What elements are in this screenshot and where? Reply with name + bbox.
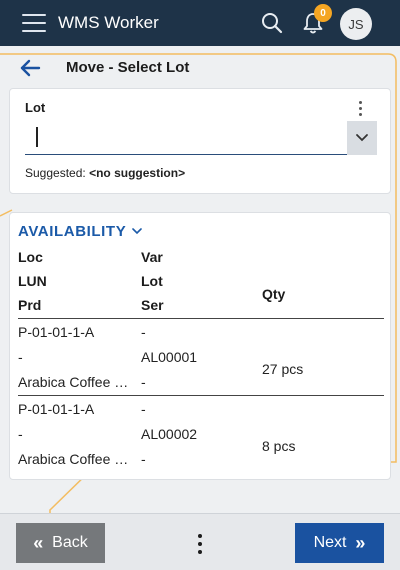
header-var: Var	[141, 249, 163, 265]
header-ser: Ser	[141, 297, 164, 313]
double-chevron-right-icon: »	[355, 532, 366, 553]
cell-var: -	[141, 324, 146, 340]
top-app-bar: WMS Worker 0 JS	[0, 0, 400, 46]
field-options-icon[interactable]	[357, 101, 363, 117]
header-lot: Lot	[141, 273, 163, 289]
user-avatar[interactable]: JS	[340, 8, 372, 40]
cell-lun: -	[18, 426, 23, 442]
back-arrow-icon[interactable]	[18, 57, 42, 79]
back-button[interactable]: « Back	[16, 523, 105, 563]
cell-qty: 8 pcs	[262, 438, 296, 454]
cell-ser: -	[141, 374, 146, 390]
search-icon[interactable]	[260, 11, 284, 35]
lot-field-label: Lot	[25, 100, 46, 115]
header-qty: Qty	[262, 286, 286, 302]
lot-dropdown-button[interactable]	[347, 121, 377, 155]
app-title: WMS Worker	[58, 13, 159, 32]
suggestion-value: <no suggestion>	[89, 166, 186, 180]
cell-lun: -	[18, 349, 23, 365]
cell-loc: P-01-01-1-A	[18, 401, 95, 417]
availability-toggle[interactable]: AVAILABILITY	[18, 223, 143, 240]
cell-qty: 27 pcs	[262, 361, 304, 377]
back-button-label: Back	[52, 534, 88, 551]
header-lun: LUN	[18, 273, 47, 289]
cell-prd: Arabica Coffee Beans	[18, 374, 131, 390]
suggestion-text: Suggested: <no suggestion>	[25, 166, 185, 180]
chevron-down-icon	[132, 228, 143, 235]
double-chevron-left-icon: «	[33, 532, 44, 553]
menu-icon[interactable]	[22, 14, 46, 32]
next-button-label: Next	[313, 534, 347, 551]
availability-title: AVAILABILITY	[18, 223, 127, 240]
cell-lot: AL00002	[141, 426, 198, 442]
more-options-icon[interactable]	[196, 534, 204, 556]
table-row[interactable]: P-01-01-1-A - Arabica Coffee Beans - AL0…	[18, 396, 384, 472]
table-row[interactable]: P-01-01-1-A - Arabica Coffee Beans - AL0…	[18, 319, 384, 395]
cell-loc: P-01-01-1-A	[18, 324, 95, 340]
bottom-action-bar: « Back Next »	[0, 513, 400, 570]
page-title: Move - Select Lot	[66, 59, 190, 76]
cell-lot: AL00001	[141, 349, 198, 365]
chevron-down-icon	[356, 134, 368, 142]
cell-ser: -	[141, 451, 146, 467]
notification-badge: 0	[314, 4, 332, 22]
cell-prd: Arabica Coffee Beans	[18, 451, 131, 467]
header-prd: Prd	[18, 297, 42, 313]
cell-var: -	[141, 401, 146, 417]
header-loc: Loc	[18, 249, 43, 265]
next-button[interactable]: Next »	[295, 523, 384, 563]
suggestion-prefix: Suggested:	[25, 166, 90, 180]
text-cursor	[36, 127, 38, 147]
availability-card: AVAILABILITY Loc LUN Prd Var Lot Ser Qty…	[9, 212, 391, 480]
lot-card: Lot Suggested: <no suggestion>	[9, 88, 391, 194]
lot-input[interactable]	[25, 121, 347, 155]
